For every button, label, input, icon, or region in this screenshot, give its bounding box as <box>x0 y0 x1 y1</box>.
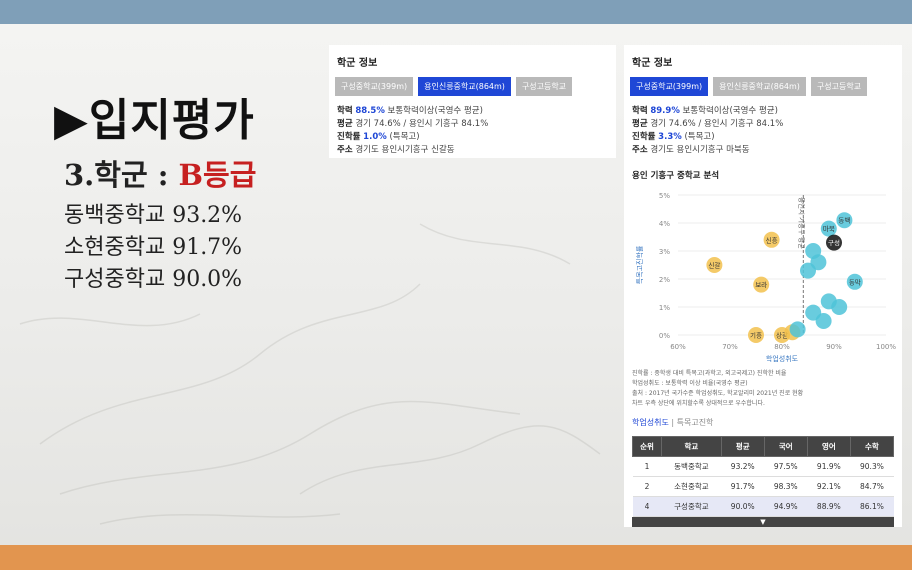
school-tabs: 구성중학교(399m) 용인신릉중학교(864m) 구성고등학교 <box>630 77 902 96</box>
data-point-label: 보라 <box>755 280 767 289</box>
slide-heading: ▶입지평가 <box>54 95 255 146</box>
school-tab[interactable]: 용인신릉중학교(864m) <box>713 77 806 96</box>
school-district-label: 3.학군 : <box>64 158 179 192</box>
school-tab[interactable]: 구성중학교(399m) <box>335 77 414 96</box>
data-point <box>831 299 848 315</box>
table-row[interactable]: 2 소현중학교 91.7% 98.3% 92.1% 84.7% <box>632 476 894 497</box>
card-title: 학군 정보 <box>632 58 673 69</box>
school-info-card-left: 학군 정보 구성중학교(399m) 용인신릉중학교(864m) 구성고등학교 학… <box>329 45 616 158</box>
x-tick-label: 90% <box>826 343 842 351</box>
y-tick-label: 0% <box>659 332 670 340</box>
school-info: 학력 88.5% 보통학력이상(국영수 평균) 평균 경기 74.6% / 용인… <box>337 105 616 157</box>
school-tab[interactable]: 구성고등학교 <box>515 77 573 96</box>
data-point-label: 동백 <box>838 216 850 225</box>
school-line: 소현중학교 91.7% <box>64 235 243 260</box>
column-header: 수학 <box>849 436 895 457</box>
column-header: 순위 <box>631 436 663 457</box>
expand-table-button[interactable]: ▼ <box>632 517 894 527</box>
info-row: 평균 경기 74.6% / 용인시 기흥구 84.1% <box>632 119 784 129</box>
scatter-chart: 0% 1% 2% 3% 4% 5% 60% 70% 80% 90% 100% 학업성취도 특목고진학률 용… <box>628 185 898 365</box>
column-header: 평균 <box>720 436 765 457</box>
data-point <box>789 321 806 338</box>
note-item: 차트 우측 상단에 위치할수록 상대적으로 우수합니다. <box>632 400 765 407</box>
caret-down-icon: ▼ <box>760 518 766 526</box>
table-row[interactable]: 1 동백중학교 93.2% 97.5% 91.9% 90.3% <box>632 456 894 477</box>
y-tick-label: 1% <box>659 304 670 312</box>
info-row: 주소 경기도 용인시기흥구 마북동 <box>632 145 750 155</box>
subtab-achievement[interactable]: 학업성취도 <box>632 418 669 427</box>
analysis-title: 용인 기흥구 중학교 분석 <box>632 171 720 181</box>
school-info-card-right: 학군 정보 구성중학교(399m) 용인신릉중학교(864m) 구성고등학교 학… <box>624 45 902 527</box>
data-point <box>800 262 816 279</box>
y-tick-label: 4% <box>659 220 670 228</box>
grade-text: B등급 <box>178 158 257 192</box>
info-row: 주소 경기도 용인시기흥구 신갈동 <box>337 145 455 155</box>
card-title: 학군 정보 <box>337 58 378 69</box>
column-header: 국어 <box>763 436 808 457</box>
x-tick-label: 80% <box>774 343 790 351</box>
note-item: 출처 : 2017년 국가수준 학업성취도, 학교알리미 2021년 진로 현황 <box>632 390 804 397</box>
y-tick-label: 3% <box>659 248 670 256</box>
info-row: 진학률 1.0% (특목고) <box>337 132 420 142</box>
info-row: 학력 89.9% 보통학력이상(국영수 평균) <box>632 106 778 116</box>
data-point-label: 동막 <box>849 277 861 286</box>
school-line: 구성중학교 90.0% <box>64 267 243 292</box>
note-item: 학업성취도 : 보통학력 이상 비율(국영수 평균) <box>632 380 748 387</box>
chart-notes: 진학률 : 중학생 대비 특목고(과학고, 외고국제고) 진학한 비율 학업성취… <box>632 369 902 409</box>
scatter-chart-svg: 0% 1% 2% 3% 4% 5% 60% 70% 80% 90% 100% 학업성취도 특목고진학률 용… <box>635 192 896 363</box>
table-row-selected[interactable]: 4 구성중학교 90.0% 94.9% 88.9% 86.1% <box>632 496 894 517</box>
info-row: 학력 88.5% 보통학력이상(국영수 평균) <box>337 106 483 116</box>
ranking-table: 순위 학교 평균 국어 영어 수학 1 동백중학교 93.2% 97.5% 91… <box>631 436 895 517</box>
x-axis-label: 학업성취도 <box>766 354 799 363</box>
bottom-bar <box>0 545 912 570</box>
data-point-label: 마북 <box>823 224 835 233</box>
y-tick-label: 2% <box>659 276 670 284</box>
school-tab-active[interactable]: 용인신릉중학교(864m) <box>418 77 511 96</box>
school-list: 동백중학교 93.2% 소현중학교 91.7% 구성중학교 90.0% <box>64 200 242 296</box>
data-point-label: 신갈 <box>708 261 720 270</box>
x-tick-label: 100% <box>876 343 896 351</box>
column-header: 영어 <box>806 436 851 457</box>
y-axis-label: 특목고진학률 <box>635 245 644 284</box>
data-point <box>815 313 832 329</box>
subtab-special-high[interactable]: 특목고진학 <box>677 418 714 427</box>
data-point-label: 신흥 <box>766 235 778 244</box>
top-bar <box>0 0 912 24</box>
table-header-row: 순위 학교 평균 국어 영어 수학 <box>631 436 895 457</box>
data-point-label: 기흥 <box>750 331 762 340</box>
x-tick-label: 70% <box>722 343 738 351</box>
note-item: 진학률 : 중학생 대비 특목고(과학고, 외고국제고) 진학한 비율 <box>632 370 787 377</box>
school-tab[interactable]: 구성고등학교 <box>810 77 868 96</box>
y-tick-label: 5% <box>659 192 670 200</box>
reference-line-label: 용인시 기흥구 평균 <box>797 197 806 249</box>
info-row: 평균 경기 74.6% / 용인시 기흥구 84.1% <box>337 119 489 129</box>
x-tick-label: 60% <box>670 343 686 351</box>
school-district-heading: 3.학군 : B등급 <box>64 152 256 194</box>
ranking-subtabs: 학업성취도 | 특목고진학 <box>632 417 902 428</box>
school-line: 동백중학교 93.2% <box>64 203 243 228</box>
info-row: 진학률 3.3% (특목고) <box>632 132 715 142</box>
data-point-label: 구성 <box>828 238 840 247</box>
school-tabs: 구성중학교(399m) 용인신릉중학교(864m) 구성고등학교 <box>335 77 616 96</box>
column-header: 학교 <box>661 436 722 457</box>
school-info: 학력 89.9% 보통학력이상(국영수 평균) 평균 경기 74.6% / 용인… <box>632 105 902 157</box>
school-tab-active[interactable]: 구성중학교(399m) <box>630 77 709 96</box>
